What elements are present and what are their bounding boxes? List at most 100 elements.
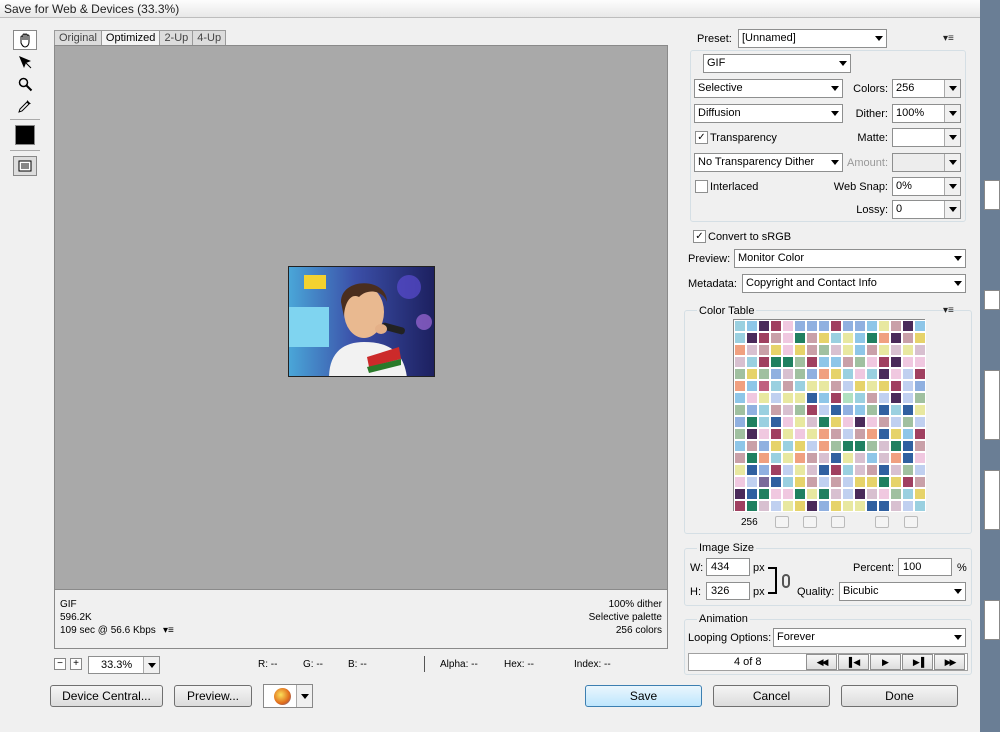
color-swatch[interactable]: [878, 344, 890, 356]
color-swatch[interactable]: [830, 464, 842, 476]
zoom-level-select[interactable]: 33.3%: [88, 656, 160, 674]
color-swatch[interactable]: [806, 476, 818, 488]
color-swatch[interactable]: [890, 344, 902, 356]
color-swatch[interactable]: [758, 464, 770, 476]
color-swatch[interactable]: [902, 380, 914, 392]
color-swatch[interactable]: [914, 356, 926, 368]
color-swatch[interactable]: [818, 464, 830, 476]
color-swatch[interactable]: [734, 452, 746, 464]
color-swatch[interactable]: [914, 416, 926, 428]
color-swatch[interactable]: [842, 500, 854, 512]
dither-amount-select[interactable]: 100%: [892, 104, 961, 123]
color-swatch[interactable]: [914, 332, 926, 344]
color-table-menu-icon[interactable]: ▾≡: [943, 305, 954, 316]
metadata-select[interactable]: Copyright and Contact Info: [742, 274, 966, 293]
zoom-out-button[interactable]: −: [54, 658, 66, 670]
color-swatch[interactable]: [782, 380, 794, 392]
color-swatch[interactable]: [866, 452, 878, 464]
looping-options-select[interactable]: Forever: [773, 628, 966, 647]
color-swatch[interactable]: [734, 332, 746, 344]
color-swatch[interactable]: [914, 500, 926, 512]
color-swatch[interactable]: [878, 368, 890, 380]
color-swatch[interactable]: [914, 368, 926, 380]
hand-tool-icon[interactable]: [13, 30, 37, 50]
color-swatch[interactable]: [854, 404, 866, 416]
preview-button[interactable]: Preview...: [174, 685, 252, 707]
color-swatch[interactable]: [854, 392, 866, 404]
color-swatch[interactable]: [902, 344, 914, 356]
quality-select[interactable]: Bicubic: [839, 582, 966, 601]
color-swatch[interactable]: [890, 428, 902, 440]
color-swatch[interactable]: [914, 488, 926, 500]
color-swatch[interactable]: [818, 500, 830, 512]
color-swatch[interactable]: [914, 428, 926, 440]
color-swatch[interactable]: [770, 380, 782, 392]
color-swatch[interactable]: [890, 440, 902, 452]
interlaced-checkbox[interactable]: [695, 180, 708, 193]
color-swatch[interactable]: [782, 476, 794, 488]
color-swatch[interactable]: [746, 488, 758, 500]
color-swatch[interactable]: [818, 392, 830, 404]
color-swatch[interactable]: [902, 440, 914, 452]
preset-select[interactable]: [Unnamed]: [738, 29, 887, 48]
color-swatch[interactable]: [758, 476, 770, 488]
color-swatch[interactable]: [842, 404, 854, 416]
color-swatch[interactable]: [878, 452, 890, 464]
color-swatch[interactable]: [830, 500, 842, 512]
color-swatch[interactable]: [818, 440, 830, 452]
color-swatch[interactable]: [746, 344, 758, 356]
color-swatch[interactable]: [794, 320, 806, 332]
color-swatch[interactable]: [818, 332, 830, 344]
zoom-in-button[interactable]: +: [70, 658, 82, 670]
color-swatch[interactable]: [818, 416, 830, 428]
color-swatch[interactable]: [794, 392, 806, 404]
color-swatch[interactable]: [782, 392, 794, 404]
color-swatch[interactable]: [866, 464, 878, 476]
color-swatch[interactable]: [902, 464, 914, 476]
convert-srgb-checkbox[interactable]: ✓: [693, 230, 706, 243]
color-swatch[interactable]: [866, 416, 878, 428]
color-swatch[interactable]: [782, 404, 794, 416]
color-swatch[interactable]: [770, 440, 782, 452]
next-frame-icon[interactable]: ▶▐: [902, 654, 933, 670]
color-swatch[interactable]: [806, 356, 818, 368]
color-swatch[interactable]: [866, 392, 878, 404]
color-swatch[interactable]: [734, 428, 746, 440]
color-swatch[interactable]: [734, 416, 746, 428]
color-swatch[interactable]: [914, 464, 926, 476]
tab-optimized[interactable]: Optimized: [100, 30, 161, 45]
color-swatch[interactable]: [866, 320, 878, 332]
color-swatch[interactable]: [806, 344, 818, 356]
color-swatch[interactable]: [830, 344, 842, 356]
color-swatch[interactable]: [818, 476, 830, 488]
color-swatch[interactable]: [854, 416, 866, 428]
color-swatch[interactable]: [758, 380, 770, 392]
color-swatch[interactable]: [890, 356, 902, 368]
color-swatch[interactable]: [746, 440, 758, 452]
color-swatch[interactable]: [902, 452, 914, 464]
color-swatch[interactable]: [806, 368, 818, 380]
color-swatch[interactable]: [878, 464, 890, 476]
color-swatch[interactable]: [890, 452, 902, 464]
color-swatch[interactable]: [770, 404, 782, 416]
transparency-dither-select[interactable]: No Transparency Dither: [694, 153, 843, 172]
color-swatch[interactable]: [914, 404, 926, 416]
color-swatch[interactable]: [854, 452, 866, 464]
color-swatch[interactable]: [818, 488, 830, 500]
color-swatch[interactable]: [854, 356, 866, 368]
color-swatch[interactable]: [770, 488, 782, 500]
lock-color-icon[interactable]: [831, 516, 845, 528]
color-swatch[interactable]: [770, 368, 782, 380]
height-input[interactable]: 326: [706, 582, 750, 600]
color-swatch[interactable]: [866, 440, 878, 452]
color-swatch[interactable]: [890, 392, 902, 404]
file-format-select[interactable]: GIF: [703, 54, 851, 73]
color-swatch[interactable]: [758, 392, 770, 404]
color-swatch[interactable]: [794, 476, 806, 488]
color-swatch[interactable]: [842, 464, 854, 476]
color-swatch[interactable]: [830, 404, 842, 416]
color-swatch[interactable]: [794, 380, 806, 392]
color-swatch[interactable]: [782, 440, 794, 452]
color-swatch[interactable]: [914, 440, 926, 452]
color-swatch[interactable]: [806, 416, 818, 428]
